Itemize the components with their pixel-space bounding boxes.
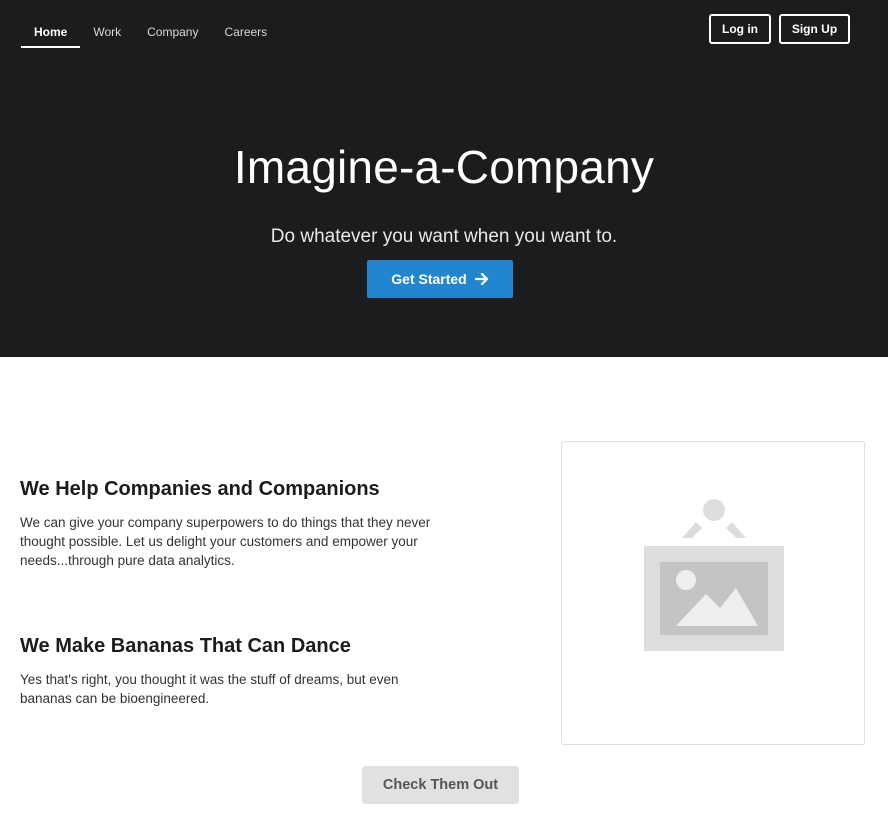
section-title-bananas: We Make Bananas That Can Dance <box>20 635 351 657</box>
login-button[interactable]: Log in <box>709 14 771 44</box>
signup-button[interactable]: Sign Up <box>779 14 850 44</box>
main-nav: Home Work Company Careers <box>21 14 280 48</box>
auth-buttons: Log in Sign Up <box>709 14 850 44</box>
arrow-right-icon <box>474 272 488 286</box>
get-started-button[interactable]: Get Started <box>367 260 513 298</box>
image-card <box>561 441 865 745</box>
get-started-label: Get Started <box>391 271 467 287</box>
image-placeholder-icon <box>644 499 784 651</box>
nav-item-home[interactable]: Home <box>21 14 81 48</box>
nav-item-company[interactable]: Company <box>134 14 211 48</box>
section-title-companies: We Help Companies and Companions <box>20 478 380 500</box>
check-them-out-button[interactable]: Check Them Out <box>362 766 519 804</box>
hero-section: Home Work Company Careers Log in Sign Up… <box>0 0 888 357</box>
hero-subtitle: Do whatever you want when you want to. <box>270 226 618 247</box>
nav-item-careers[interactable]: Careers <box>211 14 280 48</box>
nav-item-work[interactable]: Work <box>80 14 134 48</box>
hero-title: Imagine-a-Company <box>233 141 655 193</box>
section-body-companies: We can give your company superpowers to … <box>20 515 431 568</box>
section-body-bananas: Yes that's right, you thought it was the… <box>20 672 399 706</box>
